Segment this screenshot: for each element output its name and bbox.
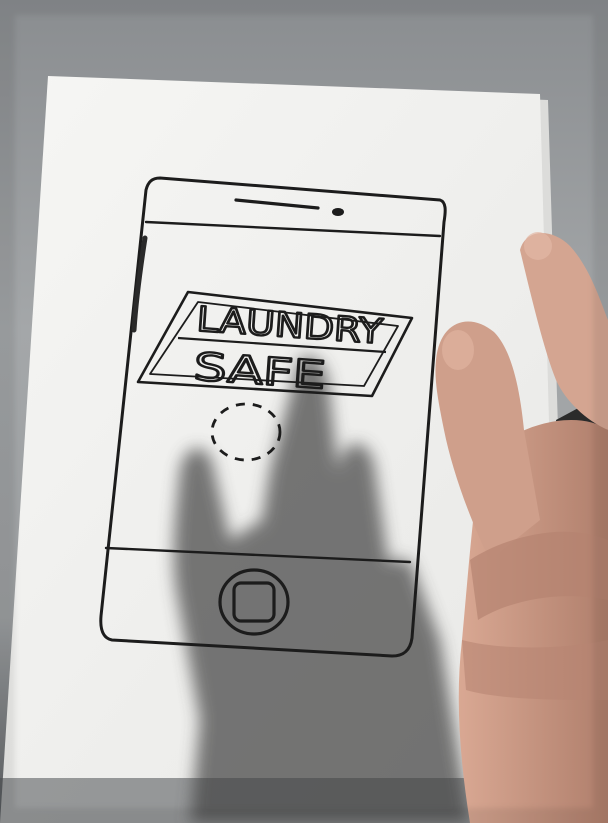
camera-dot-icon (332, 208, 344, 216)
photo-scene: LAUNDRY SAFE (0, 0, 608, 823)
logo-title-line2: SAFE (192, 344, 327, 397)
